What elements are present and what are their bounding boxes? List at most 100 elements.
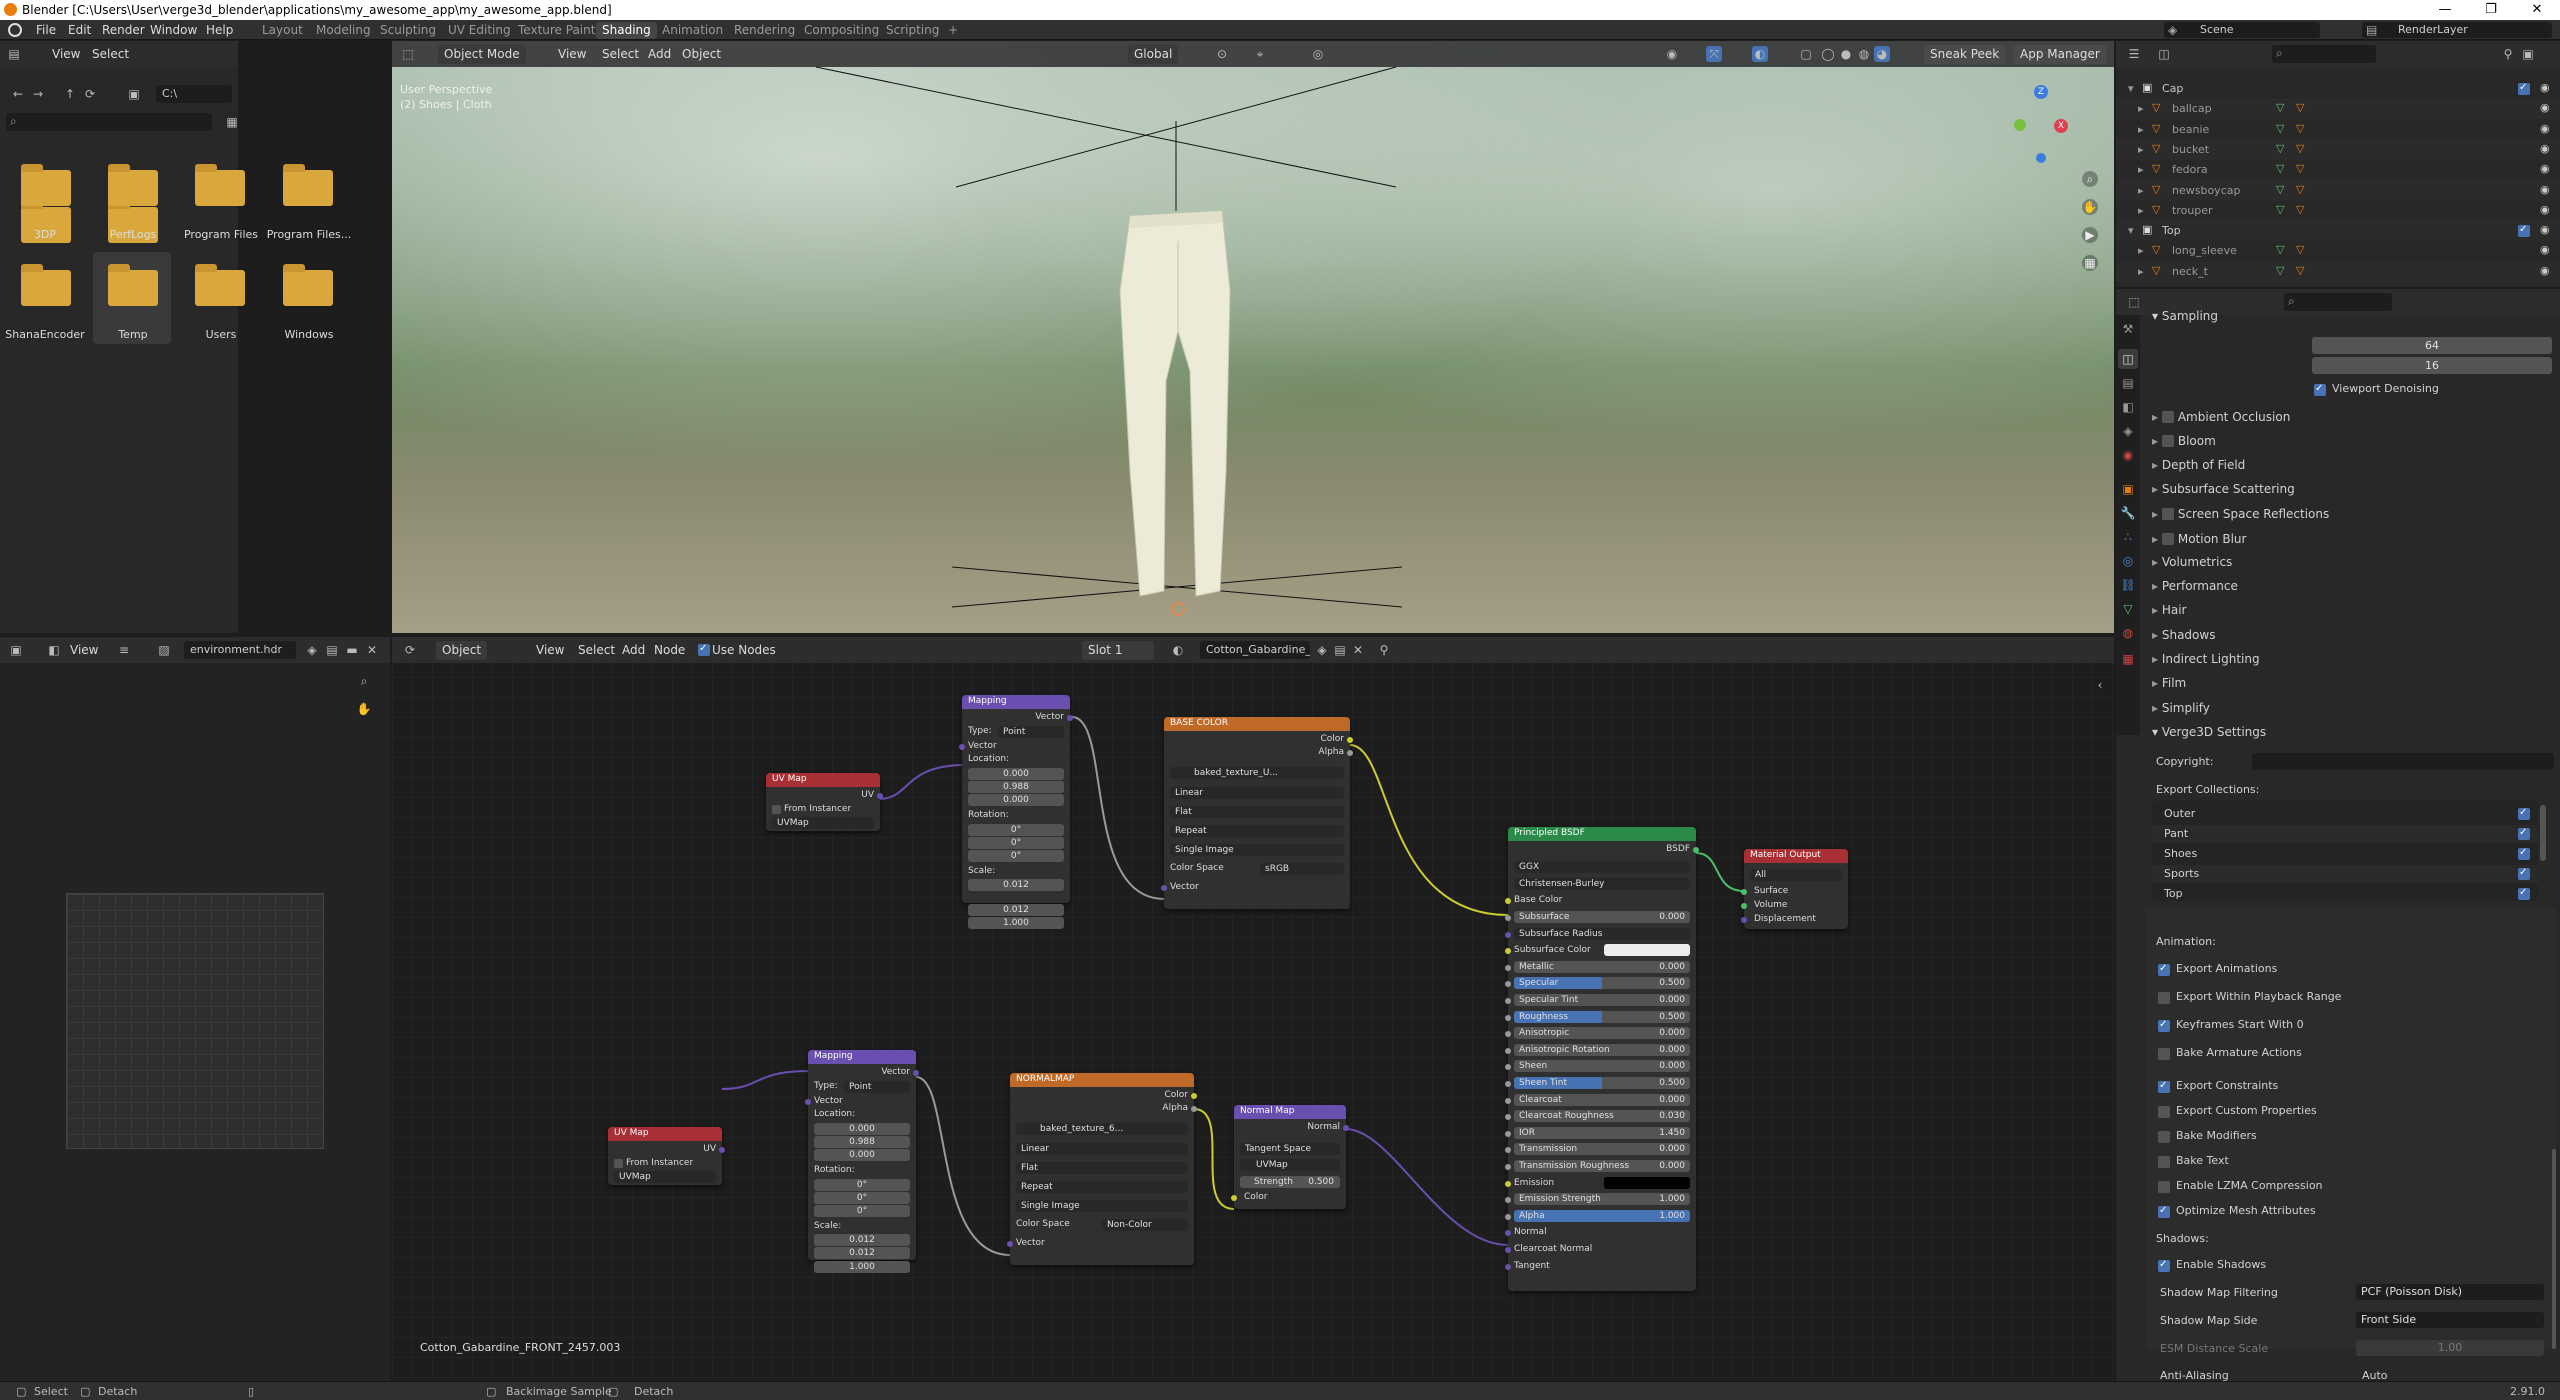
- 3d-viewport[interactable]: ⬚ Object Mode View Select Add Object Glo…: [392, 41, 2114, 633]
- value-field[interactable]: Emission Strength 1.000: [1514, 1193, 1690, 1206]
- color-swatch[interactable]: [1604, 1176, 1690, 1189]
- bsdf-input-specular[interactable]: Specular 0.500: [1505, 977, 1690, 990]
- vector-input-socket[interactable]: [1007, 1241, 1013, 1247]
- pan-hand-icon[interactable]: ✋: [356, 701, 372, 717]
- visibility-eye-icon[interactable]: ◉: [2540, 81, 2550, 94]
- export-collection-row[interactable]: Top: [2152, 885, 2538, 903]
- panel-subsurface-scattering[interactable]: ▸ Subsurface Scattering: [2152, 482, 2552, 496]
- collection-export-checkbox[interactable]: [2518, 807, 2530, 820]
- vector-input-socket[interactable]: [959, 744, 965, 750]
- input-socket[interactable]: [1505, 915, 1511, 921]
- folder-program-files-icon[interactable]: [195, 164, 245, 206]
- uv-output-socket[interactable]: [877, 793, 883, 799]
- node-uv-map-1[interactable]: UV Map UV From Instancer UVMap: [766, 773, 883, 831]
- scale-z-field[interactable]: 1.000: [968, 917, 1064, 929]
- bsdf-input-metallic[interactable]: Metallic 0.000: [1505, 960, 1690, 974]
- extension-selector[interactable]: Repeat: [1016, 1181, 1188, 1193]
- open-image-icon[interactable]: ▬: [344, 642, 360, 658]
- option-checkbox[interactable]: [2158, 1156, 2170, 1168]
- type-selector[interactable]: Point: [998, 726, 1064, 738]
- tab-object-icon[interactable]: ▣: [2118, 479, 2138, 499]
- projection-selector[interactable]: Flat: [1016, 1162, 1188, 1174]
- tab-sculpting[interactable]: Sculpting: [374, 22, 442, 39]
- tab-tool-icon[interactable]: ⚒: [2118, 319, 2138, 339]
- input-socket[interactable]: [1505, 1130, 1511, 1137]
- tab-physics-icon[interactable]: ◎: [2118, 551, 2138, 571]
- node-mapping-2[interactable]: Mapping Vector Type: Point Vector Locati…: [805, 1050, 919, 1260]
- menu-add[interactable]: Add: [616, 641, 651, 660]
- outliner-object[interactable]: ▸ ▽ neck_t ▽ ▽ ◉: [2116, 261, 2560, 282]
- new-collection-icon[interactable]: ▣: [2520, 46, 2536, 62]
- panel-enable-checkbox[interactable]: [2161, 435, 2174, 448]
- value-field[interactable]: Alpha 1.000: [1514, 1209, 1690, 1222]
- hamburger-icon[interactable]: ≡: [116, 642, 132, 658]
- bsdf-input-subsurface[interactable]: Subsurface 0.000: [1505, 911, 1690, 924]
- bsdf-input-clearcoat-normal[interactable]: Clearcoat Normal: [1505, 1243, 1690, 1256]
- outliner-collection[interactable]: ▾ ▣ Cap ◉: [2116, 79, 2560, 99]
- close-button[interactable]: ✕: [2514, 0, 2560, 20]
- color-space-selector[interactable]: Non-Color: [1102, 1219, 1188, 1231]
- input-socket[interactable]: [1505, 1014, 1511, 1021]
- outliner-object[interactable]: ▸ ▽ fedora ▽ ▽ ◉: [2116, 160, 2560, 180]
- filter-search-input[interactable]: ⌕: [6, 113, 212, 131]
- zoom-icon[interactable]: ⌕: [2082, 171, 2098, 187]
- value-field[interactable]: Specular Tint 0.000: [1514, 994, 1690, 1006]
- value-field[interactable]: Anisotropic 0.000: [1514, 1027, 1690, 1040]
- bsdf-input-specular-tint[interactable]: Specular Tint 0.000: [1505, 994, 1690, 1007]
- bsdf-input-roughness[interactable]: Roughness 0.500: [1505, 1010, 1690, 1024]
- outliner-object[interactable]: ▸ ▽ beanie ▽ ▽ ◉: [2116, 120, 2560, 140]
- location-z-field[interactable]: 0.000: [814, 1149, 910, 1161]
- option-checkbox[interactable]: [2158, 992, 2170, 1004]
- add-workspace-button[interactable]: +: [942, 22, 964, 39]
- menu-view[interactable]: View: [52, 47, 80, 61]
- sampling-panel-header[interactable]: ▾ Sampling: [2152, 309, 2218, 323]
- collection-export-checkbox[interactable]: [2518, 867, 2530, 880]
- menu-node[interactable]: Node: [648, 641, 691, 660]
- bsdf-input-clearcoat-roughness[interactable]: Clearcoat Roughness 0.030: [1505, 1110, 1690, 1123]
- menu-file[interactable]: File: [36, 23, 56, 37]
- ortho-toggle-icon[interactable]: ▦: [2082, 255, 2098, 271]
- bsdf-input-alpha[interactable]: Alpha 1.000: [1505, 1209, 1690, 1223]
- option-checkbox[interactable]: [2158, 1048, 2170, 1060]
- enable-shadows-checkbox[interactable]: [2158, 1259, 2170, 1272]
- collection-export-checkbox[interactable]: [2518, 887, 2530, 900]
- camera-view-icon[interactable]: ▶: [2082, 227, 2098, 243]
- export-collection-row[interactable]: Sports: [2152, 865, 2538, 883]
- color-swatch[interactable]: [1604, 944, 1690, 957]
- node-principled-bsdf[interactable]: Principled BSDF BSDF GGX Christensen-Bur…: [1505, 827, 1699, 1291]
- alpha-output-socket[interactable]: [1191, 1106, 1197, 1112]
- pants-model[interactable]: [1112, 171, 1242, 611]
- esm-distance-scale-field[interactable]: 1.00: [2356, 1340, 2544, 1356]
- input-socket[interactable]: [1505, 1064, 1511, 1071]
- verge3d-panel-header[interactable]: ▾ Verge3D Settings: [2152, 725, 2266, 739]
- bsdf-input-anisotropic[interactable]: Anisotropic 0.000: [1505, 1027, 1690, 1040]
- input-socket[interactable]: [1505, 981, 1511, 988]
- uv-grid[interactable]: [66, 893, 324, 1149]
- input-socket[interactable]: [1505, 998, 1511, 1004]
- input-socket[interactable]: [1505, 1230, 1511, 1237]
- editor-type-icon[interactable]: ⟳: [402, 642, 418, 658]
- base-color-socket[interactable]: [1505, 898, 1511, 904]
- input-socket[interactable]: [1505, 1047, 1511, 1054]
- tab-texture-paint[interactable]: Texture Paint: [512, 22, 601, 39]
- sidebar-toggle-icon[interactable]: ‹: [2092, 677, 2108, 693]
- slot-selector[interactable]: Slot 1: [1082, 641, 1154, 660]
- input-socket[interactable]: [1505, 931, 1511, 938]
- editor-type-icon[interactable]: ☰: [2126, 46, 2142, 62]
- tab-view-layer-icon[interactable]: ◧: [2118, 397, 2138, 417]
- interpolation-selector[interactable]: Linear: [1016, 1143, 1188, 1155]
- panel-hair[interactable]: ▸ Hair: [2152, 603, 2552, 617]
- input-socket[interactable]: [1505, 1097, 1511, 1104]
- bsdf-input-ior[interactable]: IOR 1.450: [1505, 1126, 1690, 1140]
- from-instancer-checkbox[interactable]: [614, 1159, 623, 1168]
- folder-temp-icon[interactable]: [108, 264, 158, 306]
- color-input-socket[interactable]: [1231, 1195, 1237, 1201]
- new-image-icon[interactable]: ▤: [324, 642, 340, 658]
- bsdf-input-emission-strength[interactable]: Emission Strength 1.000: [1505, 1193, 1690, 1206]
- normal-output-socket[interactable]: [1343, 1125, 1349, 1131]
- export-collection-row[interactable]: Shoes: [2152, 845, 2538, 863]
- bsdf-input-normal[interactable]: Normal: [1505, 1226, 1690, 1239]
- input-socket[interactable]: [1505, 1081, 1511, 1087]
- option-checkbox[interactable]: [2158, 1019, 2170, 1032]
- value-field[interactable]: IOR 1.450: [1514, 1126, 1690, 1139]
